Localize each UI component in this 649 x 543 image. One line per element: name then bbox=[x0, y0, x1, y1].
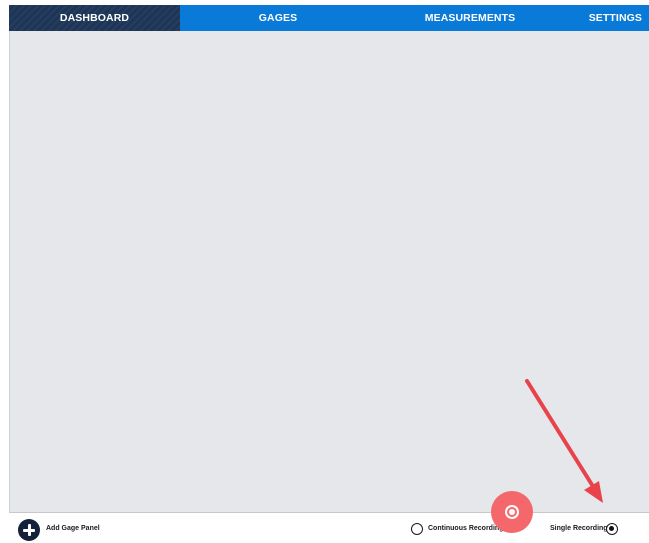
tab-dashboard[interactable]: DASHBOARD bbox=[9, 5, 180, 31]
record-dot bbox=[509, 509, 515, 515]
top-navigation: DASHBOARD GAGES MEASUREMENTS SETTINGS bbox=[9, 5, 649, 31]
continuous-recording-radio[interactable] bbox=[411, 523, 423, 535]
continuous-recording-label: Continuous Recording bbox=[428, 525, 504, 532]
dashboard-canvas bbox=[9, 31, 649, 512]
bottom-toolbar: Add Gage Panel Continuous Recording Sing… bbox=[9, 512, 649, 543]
add-gage-panel-button[interactable] bbox=[18, 519, 40, 541]
single-recording-radio[interactable] bbox=[606, 523, 618, 535]
tab-gages[interactable]: GAGES bbox=[180, 5, 376, 31]
tab-settings[interactable]: SETTINGS bbox=[564, 5, 649, 31]
record-button[interactable] bbox=[491, 491, 533, 533]
add-gage-panel-label: Add Gage Panel bbox=[46, 525, 100, 532]
single-recording-label: Single Recording bbox=[550, 525, 608, 532]
tab-measurements[interactable]: MEASUREMENTS bbox=[376, 5, 564, 31]
